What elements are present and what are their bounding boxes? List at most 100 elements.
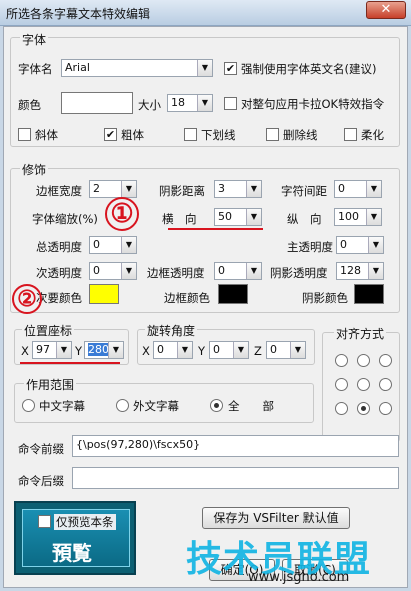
rot-z-label: Z — [254, 344, 262, 358]
chevron-down-icon: ▼ — [246, 263, 261, 279]
border-alpha-label: 边框透明度 — [147, 266, 205, 280]
align-3-radio[interactable] — [379, 402, 392, 415]
pos-y-label: Y — [75, 344, 83, 358]
shadow-distance-select[interactable]: 3 ▼ — [214, 180, 262, 198]
rot-y-value: 0 — [213, 343, 220, 356]
bold-checkbox[interactable]: ✔ — [104, 128, 117, 141]
secondary-color-label: 次要颜色 — [36, 291, 82, 305]
rot-x-value: 0 — [157, 343, 164, 356]
preview-only-checkbox[interactable] — [38, 515, 51, 528]
char-spacing-value: 0 — [338, 182, 345, 195]
scope-chinese-radio[interactable] — [22, 399, 35, 412]
strike-checkbox[interactable] — [266, 128, 279, 141]
scope-all-radio[interactable] — [210, 399, 223, 412]
chevron-down-icon: ▼ — [121, 237, 136, 253]
rot-z-select[interactable]: 0 ▼ — [266, 341, 306, 359]
primary-alpha-value: 0 — [340, 238, 347, 251]
preview-only-label: 仅预览本条 — [54, 514, 116, 530]
command-suffix-label: 命令后缀 — [18, 474, 64, 488]
scale-v-label: 纵 向 — [287, 212, 322, 226]
rot-z-value: 0 — [270, 343, 277, 356]
position-group-legend: 位置座标 — [22, 322, 75, 339]
font-name-select[interactable]: Arial ▼ — [61, 59, 213, 77]
border-alpha-select[interactable]: 0 ▼ — [214, 262, 262, 280]
window-title: 所选各条字幕文本特效编辑 — [6, 7, 151, 21]
align-2-radio[interactable] — [357, 402, 370, 415]
annotation-one-text: ① — [110, 199, 134, 229]
scale-v-select[interactable]: 100 ▼ — [334, 208, 382, 226]
border-alpha-value: 0 — [218, 264, 225, 277]
shadow-alpha-label: 阴影透明度 — [270, 266, 328, 280]
border-color-label: 边框颜色 — [164, 291, 210, 305]
force-english-checkbox[interactable]: ✔ — [224, 62, 237, 75]
align-1-radio[interactable] — [335, 402, 348, 415]
chevron-down-icon: ▼ — [121, 181, 136, 197]
scale-h-select[interactable]: 50 ▼ — [214, 208, 262, 226]
karaoke-checkbox[interactable] — [224, 97, 237, 110]
annotation-two-text: ② — [17, 286, 37, 312]
pos-x-value: 97 — [36, 343, 50, 356]
annotation-underline-scale — [168, 228, 263, 230]
underline-label: 下划线 — [201, 128, 236, 142]
italic-label: 斜体 — [35, 128, 58, 142]
font-group-legend: 字体 — [20, 31, 49, 48]
font-color-swatch[interactable] — [61, 92, 133, 114]
karaoke-label: 对整句应用卡拉OK特效指令 — [241, 97, 385, 111]
chevron-down-icon: ▼ — [368, 263, 383, 279]
pos-y-select[interactable]: 280 ▼ — [84, 341, 124, 359]
underline-checkbox[interactable] — [184, 128, 197, 141]
align-7-radio[interactable] — [335, 354, 348, 367]
scale-h-value: 50 — [218, 210, 232, 223]
align-9-radio[interactable] — [379, 354, 392, 367]
align-6-radio[interactable] — [379, 378, 392, 391]
command-prefix-input[interactable]: {\pos(97,280)\fscx50} — [72, 435, 399, 457]
scale-label: 字体缩放(%) — [32, 212, 98, 226]
scope-foreign-radio[interactable] — [116, 399, 129, 412]
secondary-color-swatch[interactable] — [89, 284, 119, 304]
align-5-radio[interactable] — [357, 378, 370, 391]
shadow-alpha-select[interactable]: 128 ▼ — [336, 262, 384, 280]
total-alpha-select[interactable]: 0 ▼ — [89, 236, 137, 254]
soft-checkbox[interactable] — [344, 128, 357, 141]
scale-h-label: 横 向 — [162, 212, 197, 226]
pos-x-label: X — [21, 344, 29, 358]
save-vsfilter-default-button[interactable]: 保存为 VSFilter 默认值 — [202, 507, 350, 529]
total-alpha-label: 总透明度 — [36, 240, 82, 254]
font-name-value: Arial — [65, 61, 90, 74]
command-suffix-input[interactable] — [72, 467, 399, 489]
char-spacing-select[interactable]: 0 ▼ — [334, 180, 382, 198]
pos-x-select[interactable]: 97 ▼ — [32, 341, 72, 359]
align-4-radio[interactable] — [335, 378, 348, 391]
italic-checkbox[interactable] — [18, 128, 31, 141]
rot-y-select[interactable]: 0 ▼ — [209, 341, 249, 359]
primary-alpha-select[interactable]: 0 ▼ — [336, 236, 384, 254]
chevron-down-icon: ▼ — [197, 60, 212, 76]
secondary-alpha-select[interactable]: 0 ▼ — [89, 262, 137, 280]
size-select[interactable]: 18 ▼ — [167, 94, 213, 112]
scope-group-legend: 作用范围 — [24, 376, 77, 393]
scope-chinese-label: 中文字幕 — [39, 399, 85, 413]
preview-text: 預覧 — [52, 541, 92, 565]
rot-x-label: X — [142, 344, 150, 358]
rot-x-select[interactable]: 0 ▼ — [153, 341, 193, 359]
strike-label: 删除线 — [283, 128, 318, 142]
border-width-label: 边框宽度 — [36, 184, 82, 198]
border-color-swatch[interactable] — [218, 284, 248, 304]
command-prefix-value: {\pos(97,280)\fscx50} — [76, 438, 201, 451]
rot-y-label: Y — [198, 344, 206, 358]
decor-group-legend: 修饰 — [20, 161, 49, 178]
scope-foreign-label: 外文字幕 — [133, 399, 179, 413]
align-8-radio[interactable] — [357, 354, 370, 367]
shadow-color-swatch[interactable] — [354, 284, 384, 304]
chevron-down-icon: ▼ — [233, 342, 248, 358]
border-width-select[interactable]: 2 ▼ — [89, 180, 137, 198]
save-vsfilter-label: 保存为 VSFilter 默认值 — [213, 511, 339, 525]
force-english-label: 强制使用字体英文名(建议) — [241, 62, 377, 76]
border-width-value: 2 — [93, 182, 100, 195]
annotation-circle-two: ② — [12, 284, 42, 314]
chevron-down-icon: ▼ — [246, 181, 261, 197]
font-name-label: 字体名 — [18, 62, 53, 76]
soft-label: 柔化 — [361, 128, 384, 142]
annotation-circle-one: ① — [105, 197, 139, 231]
close-button[interactable]: ✕ — [366, 1, 406, 19]
